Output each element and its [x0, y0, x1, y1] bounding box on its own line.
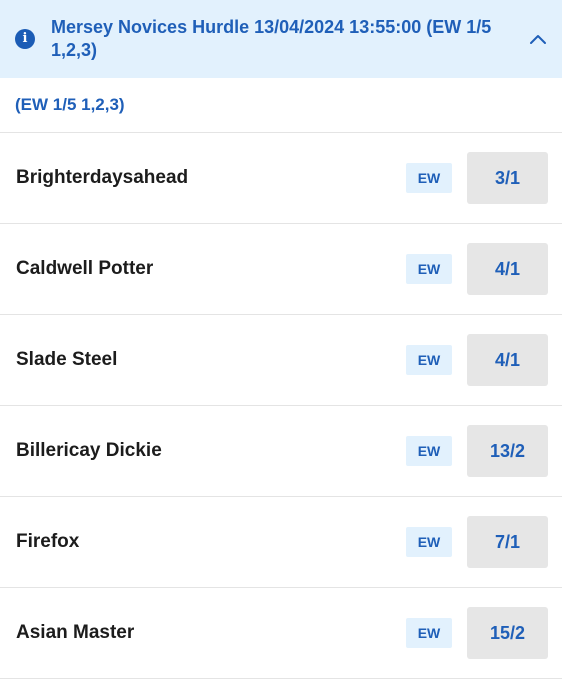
runner-row: Asian Master EW 15/2: [0, 588, 562, 679]
chevron-up-icon[interactable]: [526, 28, 550, 52]
runner-list: Brighterdaysahead EW 3/1 Caldwell Potter…: [0, 133, 562, 679]
odds-button[interactable]: 4/1: [467, 334, 548, 386]
market-header[interactable]: i Mersey Novices Hurdle 13/04/2024 13:55…: [0, 0, 562, 78]
runner-name: Billericay Dickie: [16, 440, 162, 461]
odds-button[interactable]: 4/1: [467, 243, 548, 295]
each-way-badge: EW: [406, 345, 452, 375]
runner-name: Asian Master: [16, 622, 135, 643]
odds-button[interactable]: 13/2: [467, 425, 548, 477]
each-way-terms: (EW 1/5 1,2,3): [15, 95, 125, 114]
odds-button[interactable]: 7/1: [467, 516, 548, 568]
runner-name: Brighterdaysahead: [16, 167, 189, 188]
runner-row: Billericay Dickie EW 13/2: [0, 406, 562, 497]
market-title: Mersey Novices Hurdle 13/04/2024 13:55:0…: [51, 17, 492, 60]
runner-row: Firefox EW 7/1: [0, 497, 562, 588]
each-way-badge: EW: [406, 163, 452, 193]
odds-button[interactable]: 15/2: [467, 607, 548, 659]
runner-name: Firefox: [16, 531, 80, 552]
each-way-badge: EW: [406, 254, 452, 284]
runner-row: Slade Steel EW 4/1: [0, 315, 562, 406]
each-way-badge: EW: [406, 527, 452, 557]
odds-button[interactable]: 3/1: [467, 152, 548, 204]
runner-row: Brighterdaysahead EW 3/1: [0, 133, 562, 224]
runner-name: Slade Steel: [16, 349, 118, 370]
info-icon[interactable]: i: [15, 29, 35, 49]
each-way-badge: EW: [406, 618, 452, 648]
each-way-terms-row: (EW 1/5 1,2,3): [0, 78, 562, 133]
runner-name: Caldwell Potter: [16, 258, 154, 279]
runner-row: Caldwell Potter EW 4/1: [0, 224, 562, 315]
each-way-badge: EW: [406, 436, 452, 466]
